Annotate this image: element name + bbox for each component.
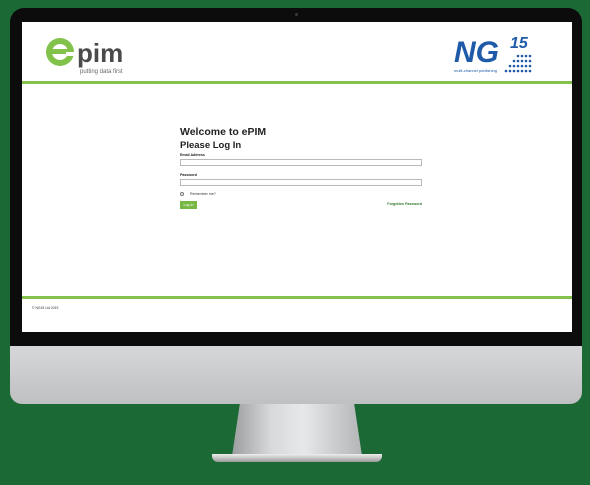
remember-me-checkbox[interactable] — [180, 192, 184, 196]
page-title: Welcome to ePIM — [180, 126, 267, 138]
header-divider — [22, 81, 572, 84]
remember-me-label: Remember me? — [190, 192, 216, 196]
email-field[interactable] — [180, 159, 422, 166]
epim-logo[interactable]: pim putting data first — [42, 32, 162, 76]
browser-screen: pim putting data first NG 15 multi-chann… — [22, 22, 572, 332]
login-subtitle: Please Log In — [180, 140, 242, 151]
forgot-password-link[interactable]: Forgotten Password — [352, 202, 422, 206]
ng15-logo[interactable]: NG 15 multi-channel publishing — [452, 32, 548, 76]
password-label: Password — [180, 173, 197, 177]
remember-me-row: Remember me? — [180, 192, 216, 196]
login-button[interactable]: Log In — [180, 201, 197, 209]
epim-tagline: putting data first — [80, 69, 123, 75]
ng-tagline: multi-channel publishing — [454, 68, 497, 73]
camera-dot — [295, 13, 298, 16]
site-header: pim putting data first NG 15 multi-chann… — [22, 22, 572, 82]
monitor-chin — [10, 346, 582, 404]
password-field[interactable] — [180, 179, 422, 186]
ng-superscript: 15 — [510, 35, 529, 52]
copyright-text: © NG15 Ltd 2019 — [32, 306, 59, 310]
monitor-stand — [232, 404, 362, 456]
footer-divider — [22, 296, 572, 299]
monitor-base — [212, 454, 382, 462]
email-label: Email Address — [180, 153, 205, 157]
ng-wordmark: NG — [454, 36, 499, 69]
epim-wordmark: pim — [77, 38, 123, 68]
ng-dots-icon — [504, 54, 532, 73]
